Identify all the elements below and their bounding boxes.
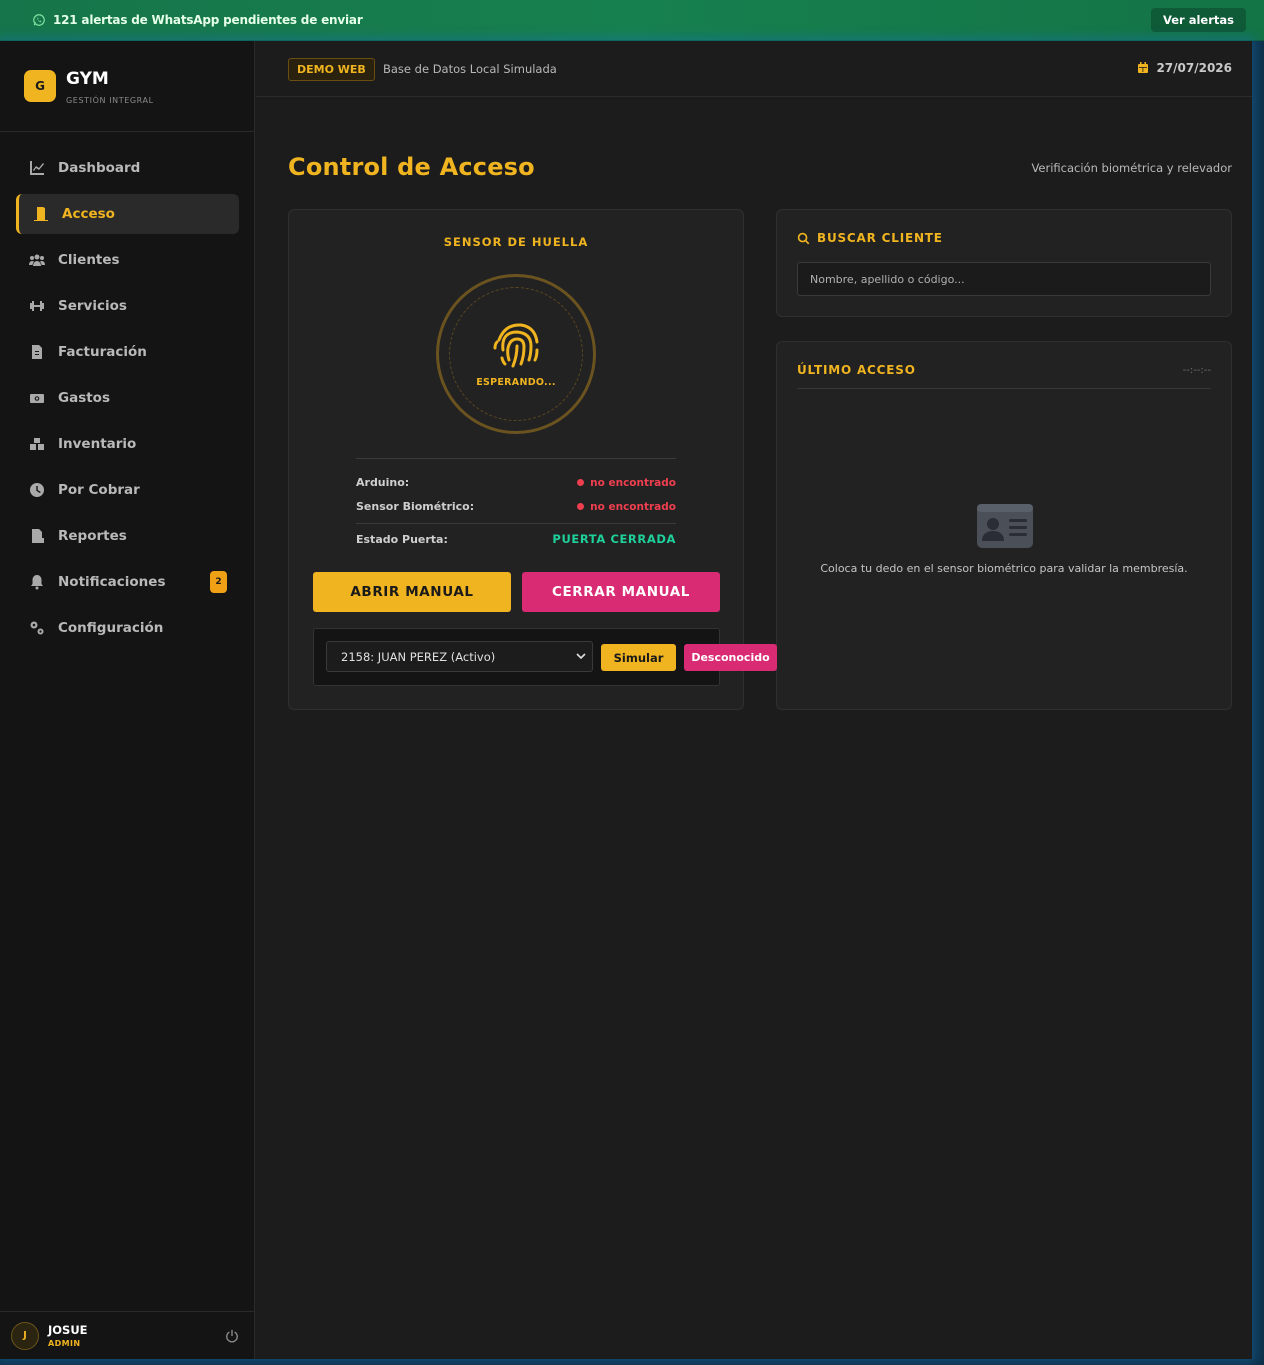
id-card-icon (977, 504, 1033, 548)
file-pdf-icon (28, 527, 46, 545)
whatsapp-icon (33, 14, 45, 26)
topbar: DEMO WEB Base de Datos Local Simulada 27… (256, 41, 1252, 97)
users-icon (28, 251, 46, 269)
unknown-button[interactable]: Desconocido (684, 644, 777, 671)
fingerprint-sensor-card: SENSOR DE HUELLA ESPERANDO... Arduino: n… (288, 209, 777, 710)
brand: G GYM GESTIÓN INTEGRAL (24, 70, 154, 105)
simulation-panel: 2158: JUAN PEREZ (Activo) Simular Descon… (313, 628, 777, 686)
user-profile: J JOSUE ADMIN (0, 1311, 255, 1359)
sidebar-nav: Dashboard Acceso Clientes Servicios Fact… (16, 148, 239, 654)
sensor-title: SENSOR DE HUELLA (443, 235, 589, 249)
close-manual-button[interactable]: CERRAR MANUAL (522, 572, 720, 612)
sidebar-item-label: Reportes (58, 528, 127, 544)
sidebar-item-facturacion[interactable]: Facturación (16, 332, 239, 372)
sidebar-item-servicios[interactable]: Servicios (16, 286, 239, 326)
demo-badge: DEMO WEB (288, 58, 375, 81)
sidebar-divider (0, 131, 255, 132)
sidebar-item-label: Servicios (58, 298, 127, 314)
door-status-row: Estado Puerta: PUERTA CERRADA (356, 532, 676, 546)
door-status: PUERTA CERRADA (552, 532, 676, 546)
notification-count-badge: 2 (210, 571, 227, 593)
bell-icon (28, 573, 46, 591)
sidebar-item-label: Facturación (58, 344, 147, 360)
sidebar-item-label: Por Cobrar (58, 482, 140, 498)
status-dot (577, 503, 585, 510)
sidebar-item-inventario[interactable]: Inventario (16, 424, 239, 464)
sidebar-item-label: Gastos (58, 390, 110, 406)
sidebar-item-reportes[interactable]: Reportes (16, 516, 239, 556)
brand-name: GYM (66, 69, 109, 89)
search-icon (797, 232, 810, 244)
sidebar-item-por-cobrar[interactable]: Por Cobrar (16, 470, 239, 510)
view-alerts-button[interactable]: Ver alertas (1150, 8, 1246, 32)
sidebar-item-label: Acceso (62, 206, 115, 222)
fingerprint-icon (493, 323, 539, 368)
arduino-label: Arduino: (356, 476, 410, 489)
search-title: BUSCAR CLIENTE (797, 231, 943, 245)
clock-icon (28, 481, 46, 499)
brand-logo: G (24, 70, 56, 102)
user-name: JOSUE (48, 1323, 88, 1337)
money-bill-icon (28, 389, 46, 407)
sidebar-item-configuracion[interactable]: Configuración (16, 608, 239, 648)
sidebar-item-label: Dashboard (58, 160, 141, 176)
sidebar-item-notificaciones[interactable]: Notificaciones 2 (16, 562, 239, 602)
current-date: 27/07/2026 (1137, 61, 1232, 75)
sidebar-item-clientes[interactable]: Clientes (16, 240, 239, 280)
simulate-button[interactable]: Simular (601, 644, 676, 671)
sidebar: G GYM GESTIÓN INTEGRAL Dashboard Acceso … (0, 41, 255, 1359)
last-access-time: --:--:-- (1182, 365, 1211, 376)
chart-line-icon (28, 159, 46, 177)
divider (797, 388, 1211, 389)
arduino-status-row: Arduino: no encontrado (356, 476, 676, 489)
gears-icon (28, 619, 46, 637)
client-select-value: 2158: JUAN PEREZ (Activo) (341, 649, 496, 664)
search-title-text: BUSCAR CLIENTE (817, 231, 943, 245)
user-role: ADMIN (48, 1339, 81, 1348)
chevron-down-icon (576, 653, 586, 660)
open-manual-button[interactable]: ABRIR MANUAL (313, 572, 511, 612)
sidebar-item-label: Notificaciones (58, 574, 166, 590)
sidebar-item-gastos[interactable]: Gastos (16, 378, 239, 418)
search-client-card: BUSCAR CLIENTE (776, 209, 1232, 317)
last-access-card: ÚLTIMO ACCESO --:--:-- Coloca tu dedo en… (776, 341, 1232, 710)
fingerprint-scanner: ESPERANDO... (436, 274, 596, 434)
invoice-icon (28, 343, 46, 361)
alert-text: 121 alertas de WhatsApp pendientes de en… (53, 13, 363, 27)
calendar-icon (1138, 62, 1149, 73)
client-select[interactable]: 2158: JUAN PEREZ (Activo) (326, 641, 593, 672)
page-title: Control de Acceso (288, 153, 535, 181)
arduino-value: no encontrado (590, 476, 676, 489)
whatsapp-alert-bar: 121 alertas de WhatsApp pendientes de en… (0, 0, 1264, 41)
divider (356, 458, 676, 459)
biometric-label: Sensor Biométrico: (356, 500, 475, 513)
status-dot (577, 479, 585, 486)
boxes-icon (28, 435, 46, 453)
arduino-status: no encontrado (577, 477, 676, 489)
sensor-status: ESPERANDO... (476, 377, 556, 388)
sidebar-item-acceso[interactable]: Acceso (16, 194, 239, 234)
page-subtitle: Verificación biométrica y relevador (1031, 161, 1232, 175)
avatar: J (11, 1321, 39, 1350)
sidebar-item-dashboard[interactable]: Dashboard (16, 148, 239, 188)
last-access-message: Coloca tu dedo en el sensor biométrico p… (820, 562, 1188, 575)
biometric-status: no encontrado (577, 501, 676, 513)
search-input[interactable] (797, 262, 1211, 296)
biometric-status-row: Sensor Biométrico: no encontrado (356, 500, 676, 513)
door-label: Estado Puerta: (356, 532, 448, 546)
date-text: 27/07/2026 (1156, 61, 1232, 75)
sidebar-item-label: Configuración (58, 620, 164, 636)
brand-subtitle: GESTIÓN INTEGRAL (66, 96, 154, 105)
sidebar-item-label: Clientes (58, 252, 120, 268)
demo-description: Base de Datos Local Simulada (383, 62, 557, 76)
last-access-title: ÚLTIMO ACCESO (797, 363, 916, 377)
sidebar-item-label: Inventario (58, 436, 137, 452)
divider (356, 523, 676, 524)
dumbbell-icon (28, 297, 46, 315)
biometric-value: no encontrado (590, 500, 676, 513)
power-icon[interactable] (225, 1329, 239, 1343)
door-open-icon (32, 205, 50, 223)
